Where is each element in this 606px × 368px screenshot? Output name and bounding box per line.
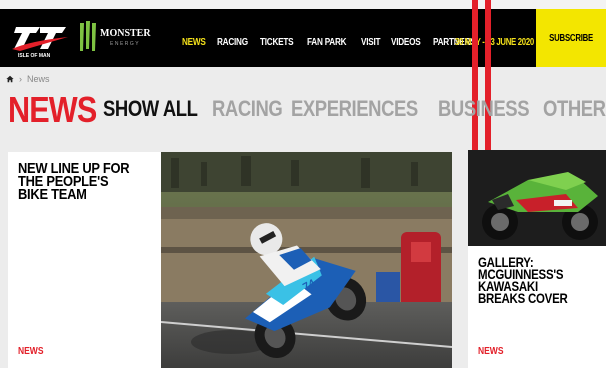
side-article-image[interactable] xyxy=(468,150,606,246)
main-nav: NEWS RACING TICKETS FAN PARK VISIT VIDEOS PART… xyxy=(182,37,485,48)
kawasaki-bike-photo xyxy=(468,150,606,246)
subscribe-button[interactable]: SUBSCRIBE xyxy=(536,9,606,67)
nav-item-news[interactable]: NEWS xyxy=(182,37,206,48)
site-header: ISLE OF MAN MONSTER ENERGY NEWS RACING TIC… xyxy=(0,9,606,67)
side-article-headline[interactable]: GALLERY: MCGUINNESS'S KAWASAKI BREAKS CO… xyxy=(478,255,580,305)
page: ISLE OF MAN MONSTER ENERGY NEWS RACING TIC… xyxy=(0,0,606,368)
tt-logo[interactable]: ISLE OF MAN xyxy=(10,19,72,59)
nav-item-visit[interactable]: VISIT xyxy=(361,37,381,48)
breadcrumb-separator: › xyxy=(19,74,22,84)
home-icon[interactable] xyxy=(6,75,14,83)
featured-article-image[interactable]: 74 xyxy=(161,152,452,368)
featured-article-tag[interactable]: NEWS xyxy=(18,346,44,357)
filter-business[interactable]: BUSINESS xyxy=(438,96,530,122)
monster-logo-name: MONSTER xyxy=(100,28,151,39)
featured-article-headline[interactable]: NEW LINE UP FOR THE PEOPLE'S BIKE TEAM xyxy=(18,161,138,202)
subscribe-label: SUBSCRIBE xyxy=(549,32,593,44)
side-article-tag[interactable]: NEWS xyxy=(478,346,504,357)
monster-energy-logo[interactable]: MONSTER ENERGY xyxy=(78,19,160,55)
nav-item-racing[interactable]: RACING xyxy=(217,37,248,48)
nav-item-tickets[interactable]: TICKETS xyxy=(260,37,294,48)
page-title: NEWS xyxy=(8,89,97,130)
nav-item-fan-park[interactable]: FAN PARK xyxy=(307,37,347,48)
motorbike-racing-photo: 74 xyxy=(161,152,452,368)
featured-article-text: NEW LINE UP FOR THE PEOPLE'S BIKE TEAM N… xyxy=(8,152,161,368)
filter-racing[interactable]: RACING xyxy=(212,96,283,122)
nav-item-videos[interactable]: VIDEOS xyxy=(391,37,421,48)
breadcrumb-current[interactable]: News xyxy=(27,74,50,84)
filter-experiences[interactable]: EXPERIENCES xyxy=(291,96,418,122)
featured-article-card[interactable]: NEW LINE UP FOR THE PEOPLE'S BIKE TEAM N… xyxy=(8,152,452,368)
tt-logo-caption: ISLE OF MAN xyxy=(18,53,51,59)
monster-logo-sub: ENERGY xyxy=(110,41,140,47)
top-gap xyxy=(0,0,606,9)
filter-other[interactable]: OTHER xyxy=(543,96,606,122)
breadcrumb: › News xyxy=(6,74,50,84)
event-dates: 30 MAY - 13 JUNE 2020 xyxy=(455,37,534,48)
filter-show-all[interactable]: SHOW ALL xyxy=(103,96,198,122)
side-article-card[interactable]: GALLERY: MCGUINNESS'S KAWASAKI BREAKS CO… xyxy=(468,150,606,368)
category-filters: SHOW ALL RACING EXPERIENCES BUSINESS OTHER xyxy=(103,96,606,122)
page-title-row: NEWS xyxy=(8,92,112,128)
